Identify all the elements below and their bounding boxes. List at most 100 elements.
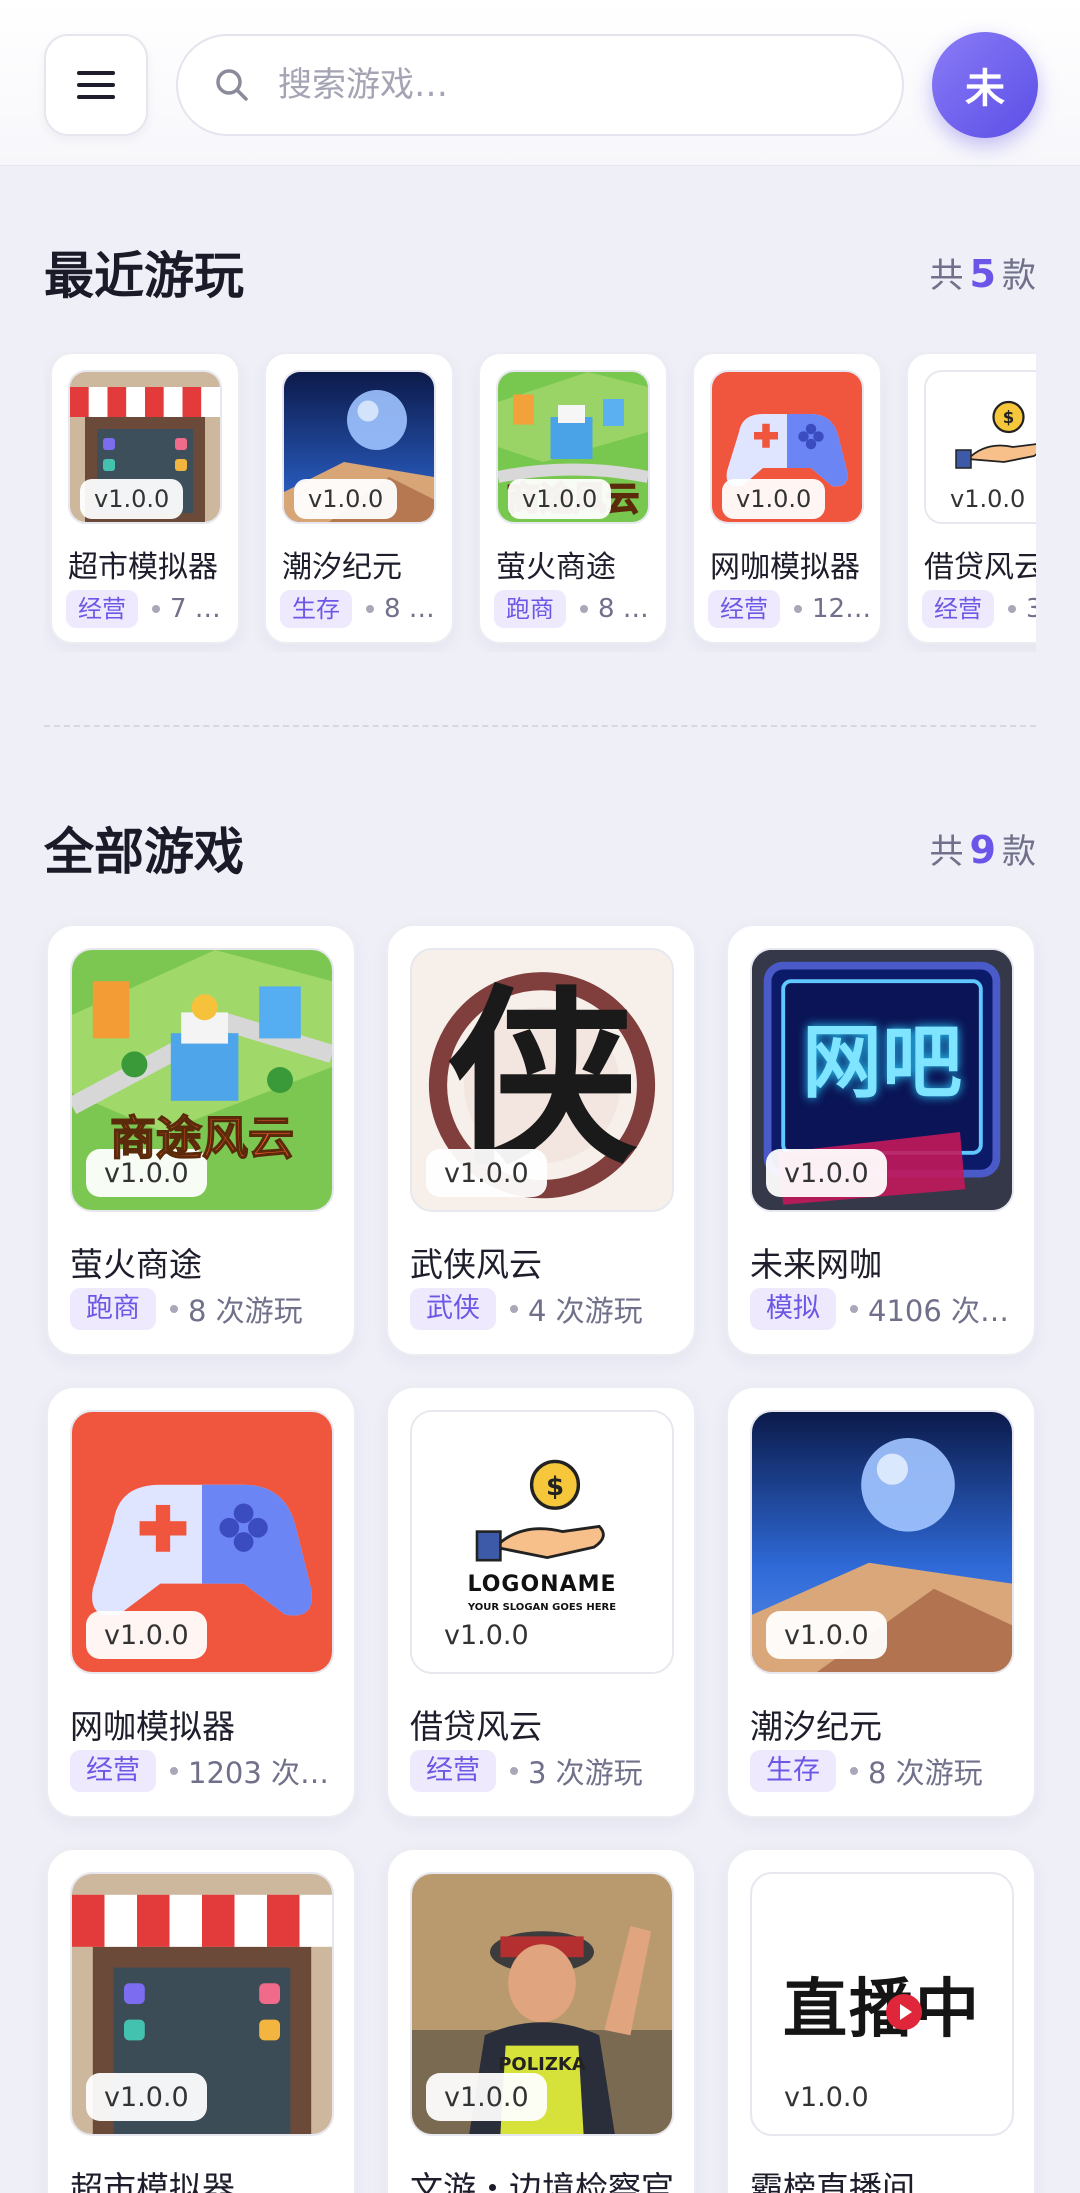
version-badge: v1.0.0: [86, 1149, 207, 1197]
play-count: 8 …: [384, 594, 435, 624]
genre-tag: 生存: [750, 1750, 836, 1792]
version-badge: v1.0.0: [294, 479, 398, 519]
count-number: 9: [969, 828, 996, 872]
genre-tag: 跑商: [70, 1288, 156, 1330]
game-name: 未来网咖: [750, 1245, 882, 1284]
version-badge: v1.0.0: [426, 1149, 547, 1197]
game-meta: 生存 8 次游玩: [750, 1750, 1020, 1792]
separator-dot: [170, 1767, 178, 1775]
game-name: 潮汐纪元: [750, 1707, 882, 1746]
version-badge: v1.0.0: [426, 2073, 547, 2121]
all-section-title: 全部游戏: [44, 823, 244, 881]
logo-text: LOGONAME: [467, 1572, 617, 1597]
genre-tag: 经营: [922, 590, 994, 628]
version-badge: v1.0.0: [86, 2073, 207, 2121]
search-icon: [212, 65, 252, 105]
recent-game-card[interactable]: $ v1.0.0 借贷风云 经营 3: [906, 352, 1036, 644]
recent-section-title: 最近游玩: [44, 247, 244, 305]
play-count: 8 …: [598, 594, 649, 624]
recent-games-row[interactable]: v1.0.0 超市模拟器 经营 7 … v1.0.0 潮汐纪元 生存 8 … v…: [44, 352, 1036, 652]
game-card[interactable]: $ LOGONAME YOUR SLOGAN GOES HERE v1.0.0 …: [386, 1386, 696, 1818]
version-badge: v1.0.0: [86, 1611, 207, 1659]
play-count: 4 次游玩: [528, 1294, 643, 1328]
recent-game-card[interactable]: v1.0.0 超市模拟器 经营 7 …: [50, 352, 240, 644]
game-card[interactable]: v1.0.0 潮汐纪元 生存 8 次游玩: [726, 1386, 1036, 1818]
separator-dot: [580, 605, 588, 613]
count-suffix: 款: [1002, 256, 1036, 296]
game-name: 萤火商途: [496, 550, 616, 585]
game-card[interactable]: v1.0.0 商途风云 萤火商途 跑商 8 次游玩: [46, 924, 356, 1356]
game-card[interactable]: v1.0.0 超市模拟器: [46, 1848, 356, 2193]
play-count: 3 次游玩: [528, 1756, 643, 1790]
play-count: 3: [1026, 594, 1036, 624]
separator-dot: [850, 1305, 858, 1313]
game-meta: 经营 1203 次…: [70, 1750, 340, 1792]
version-badge: v1.0.0: [426, 1611, 547, 1659]
separator-dot: [1008, 605, 1016, 613]
search-bar[interactable]: [176, 34, 904, 136]
version-badge: v1.0.0: [766, 2073, 887, 2121]
avatar[interactable]: 未: [932, 32, 1038, 138]
game-name: 潮汐纪元: [282, 550, 402, 585]
play-count: 7 …: [170, 594, 221, 624]
version-badge: v1.0.0: [508, 479, 612, 519]
game-name: 武侠风云: [410, 1245, 542, 1284]
separator-dot: [794, 605, 802, 613]
genre-tag: 经营: [66, 590, 138, 628]
live-text: 直播中: [783, 1973, 981, 2047]
game-meta: 武侠 4 次游玩: [410, 1288, 680, 1330]
all-count: 共9款: [930, 824, 1036, 873]
play-count: 1203 次…: [188, 1756, 330, 1790]
game-meta: 经营 3: [922, 590, 1036, 628]
game-name: 超市模拟器: [68, 550, 218, 585]
separator-dot: [366, 605, 374, 613]
game-name: 霸榜直播间: [750, 2169, 915, 2193]
game-name: 借贷风云: [924, 550, 1036, 585]
top-bar: 未: [0, 0, 1080, 166]
version-badge: v1.0.0: [766, 1611, 887, 1659]
recent-game-card[interactable]: 商途风云 v1.0.0 萤火商途 跑商 8 …: [478, 352, 668, 644]
game-meta: 模拟 4106 次…: [750, 1288, 1020, 1330]
play-count: 8 次游玩: [868, 1756, 983, 1790]
separator-dot: [850, 1767, 858, 1775]
count-suffix: 款: [1002, 832, 1036, 872]
genre-tag: 跑商: [494, 590, 566, 628]
svg-text:$: $: [546, 1472, 564, 1502]
game-card[interactable]: 侠 v1.0.0 武侠风云 武侠 4 次游玩: [386, 924, 696, 1356]
version-badge: v1.0.0: [722, 479, 826, 519]
game-card[interactable]: 网吧 v1.0.0 未来网咖 模拟 4106 次…: [726, 924, 1036, 1356]
game-name: 文游・边境检察官: [410, 2169, 674, 2193]
genre-tag: 经营: [70, 1750, 156, 1792]
game-name: 超市模拟器: [70, 2169, 235, 2193]
game-meta: 跑商 8 …: [494, 590, 649, 628]
play-count: 8 次游玩: [188, 1294, 303, 1328]
recent-game-card[interactable]: v1.0.0 潮汐纪元 生存 8 …: [264, 352, 454, 644]
separator-dot: [510, 1305, 518, 1313]
separator-dot: [152, 605, 160, 613]
count-prefix: 共: [929, 832, 964, 872]
game-meta: 经营 7 …: [66, 590, 221, 628]
genre-tag: 经营: [410, 1750, 496, 1792]
game-name: 网咖模拟器: [710, 550, 860, 585]
game-meta: 生存 8 …: [280, 590, 435, 628]
game-name: 萤火商途: [70, 1245, 202, 1284]
play-count: 12…: [812, 594, 872, 624]
count-number: 5: [969, 252, 996, 296]
game-card[interactable]: 直播中 v1.0.0 霸榜直播间: [726, 1848, 1036, 2193]
genre-tag: 生存: [280, 590, 352, 628]
game-card[interactable]: v1.0.0 网咖模拟器 经营 1203 次…: [46, 1386, 356, 1818]
game-meta: 跑商 8 次游玩: [70, 1288, 340, 1330]
game-card[interactable]: POLIZKA v1.0.0 文游・边境检察官: [386, 1848, 696, 2193]
menu-button[interactable]: [44, 34, 148, 136]
hamburger-icon: [77, 71, 115, 99]
recent-game-card[interactable]: v1.0.0 网咖模拟器 经营 12…: [692, 352, 882, 644]
play-icon: [886, 1994, 922, 2030]
game-name: 网咖模拟器: [70, 1707, 235, 1746]
separator-dot: [510, 1767, 518, 1775]
game-meta: 经营 3 次游玩: [410, 1750, 680, 1792]
art-sign-text: 网吧: [802, 1016, 962, 1109]
search-input[interactable]: [278, 65, 838, 105]
svg-text:$: $: [1003, 408, 1014, 427]
separator-dot: [170, 1305, 178, 1313]
version-badge: v1.0.0: [766, 1149, 887, 1197]
